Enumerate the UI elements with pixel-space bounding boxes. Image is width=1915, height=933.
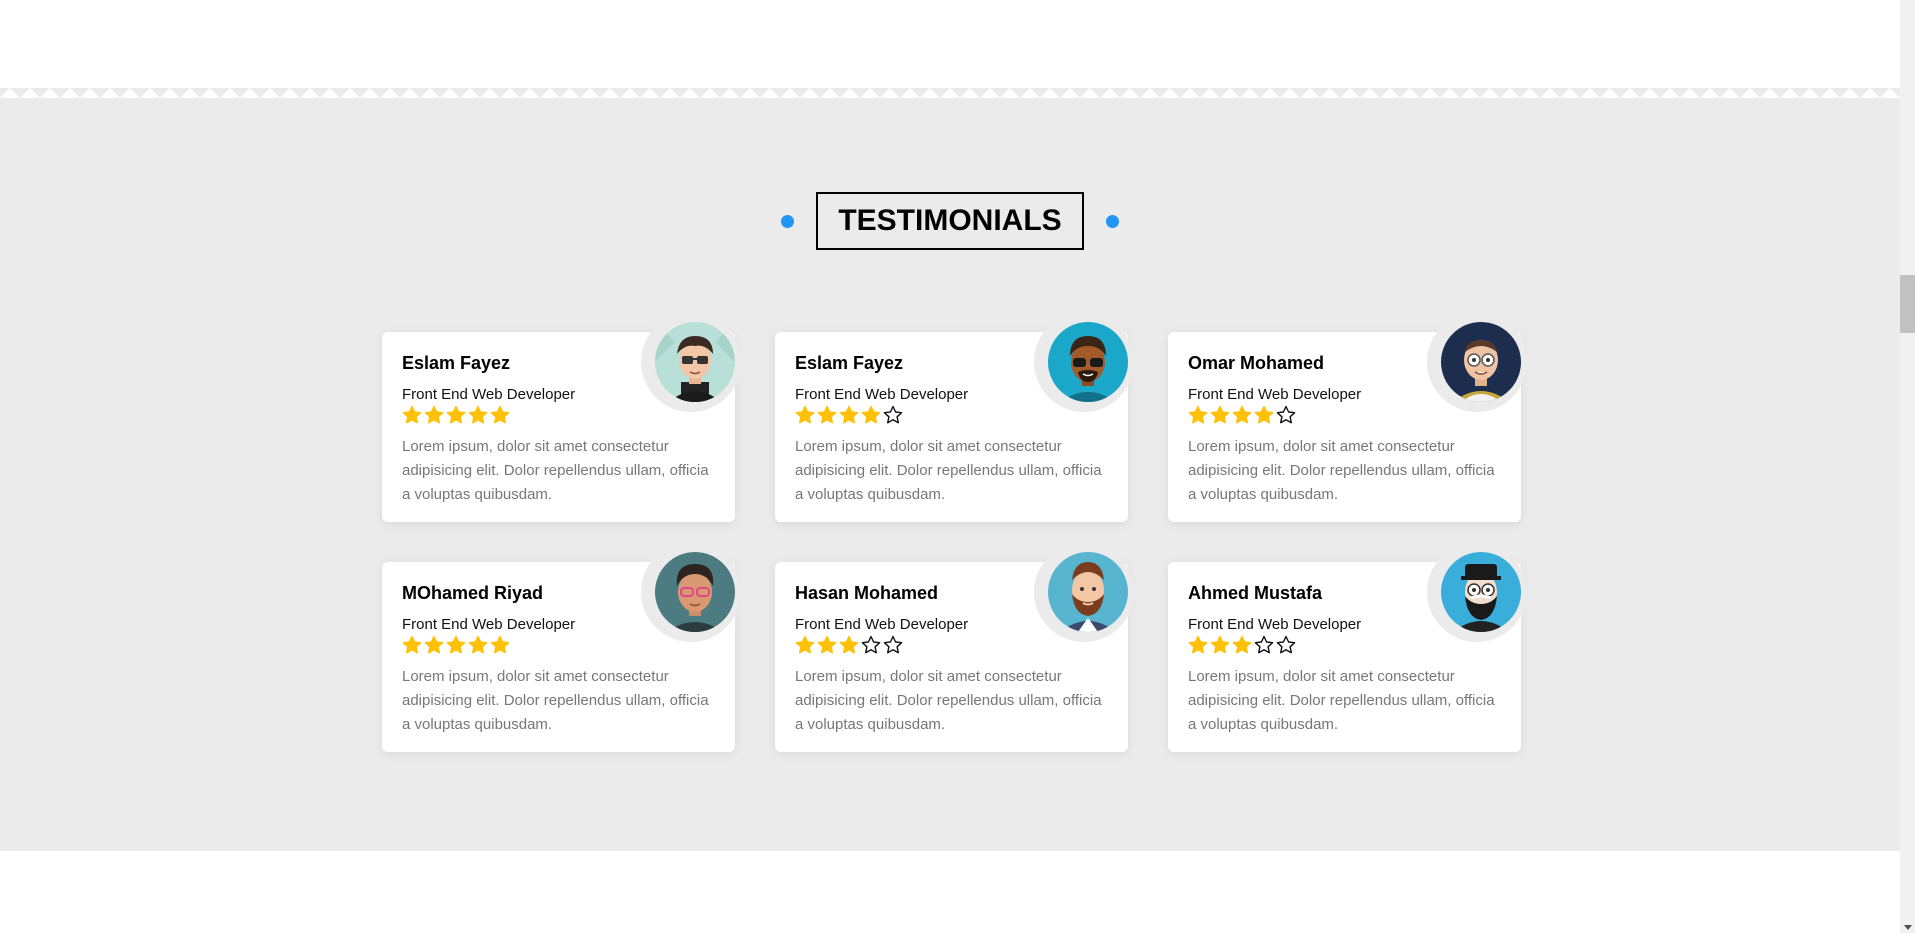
zigzag-divider bbox=[0, 88, 1900, 108]
star-filled-icon bbox=[1210, 635, 1230, 655]
page: TESTIMONIALS Eslam Fayez Front End Web D… bbox=[0, 0, 1915, 933]
star-filled-icon bbox=[861, 405, 881, 425]
star-filled-icon bbox=[424, 405, 444, 425]
testimonial-card: Hasan Mohamed Front End Web Developer Lo… bbox=[775, 542, 1134, 752]
star-filled-icon bbox=[1210, 405, 1230, 425]
rating-stars bbox=[1188, 405, 1501, 425]
scroll-down-arrow-icon[interactable] bbox=[1904, 925, 1912, 930]
left-dot bbox=[781, 214, 795, 228]
avatar-glasses-icon bbox=[655, 322, 735, 402]
star-empty-icon bbox=[1276, 405, 1296, 425]
avatar-bald-glasses-icon bbox=[1441, 322, 1521, 402]
right-dot bbox=[1105, 214, 1119, 228]
star-filled-icon bbox=[402, 405, 422, 425]
avatar-beard-icon bbox=[1048, 552, 1128, 632]
testimonial-card: MOhamed Riyad Front End Web Developer Lo… bbox=[382, 542, 741, 752]
testimonial-text: Lorem ipsum, dolor sit amet consectetur … bbox=[1188, 668, 1495, 733]
star-filled-icon bbox=[1188, 635, 1208, 655]
testimonial-text: Lorem ipsum, dolor sit amet consectetur … bbox=[795, 438, 1102, 503]
section-heading-wrap: TESTIMONIALS bbox=[0, 192, 1900, 250]
testimonial-card: Omar Mohamed Front End Web Developer Lor… bbox=[1168, 312, 1527, 522]
rating-stars bbox=[1188, 635, 1501, 655]
testimonials-grid: Eslam Fayez Front End Web Developer Lore… bbox=[382, 312, 1527, 752]
testimonial-card: Ahmed Mustafa Front End Web Developer Lo… bbox=[1168, 542, 1527, 752]
star-filled-icon bbox=[468, 405, 488, 425]
testimonial-text: Lorem ipsum, dolor sit amet consectetur … bbox=[795, 668, 1102, 733]
vertical-scrollbar[interactable] bbox=[1900, 0, 1915, 933]
testimonial-text: Lorem ipsum, dolor sit amet consectetur … bbox=[402, 438, 709, 503]
star-filled-icon bbox=[1232, 405, 1252, 425]
star-filled-icon bbox=[1254, 405, 1274, 425]
star-empty-icon bbox=[1276, 635, 1296, 655]
star-empty-icon bbox=[1254, 635, 1274, 655]
testimonial-text: Lorem ipsum, dolor sit amet consectetur … bbox=[402, 668, 709, 733]
star-empty-icon bbox=[883, 635, 903, 655]
star-filled-icon bbox=[402, 635, 422, 655]
testimonial-card: Eslam Fayez Front End Web Developer Lore… bbox=[382, 312, 741, 522]
rating-stars bbox=[402, 635, 715, 655]
star-filled-icon bbox=[795, 635, 815, 655]
star-filled-icon bbox=[1188, 405, 1208, 425]
star-empty-icon bbox=[883, 405, 903, 425]
avatar-pink-glasses-icon bbox=[655, 552, 735, 632]
section-heading: TESTIMONIALS bbox=[816, 192, 1084, 250]
star-filled-icon bbox=[424, 635, 444, 655]
star-filled-icon bbox=[817, 635, 837, 655]
star-filled-icon bbox=[446, 405, 466, 425]
star-filled-icon bbox=[817, 405, 837, 425]
star-filled-icon bbox=[839, 635, 859, 655]
star-filled-icon bbox=[490, 635, 510, 655]
avatar-hat-beard-icon bbox=[1441, 552, 1521, 632]
scrollbar-thumb[interactable] bbox=[1900, 275, 1915, 333]
star-filled-icon bbox=[468, 635, 488, 655]
testimonial-text: Lorem ipsum, dolor sit amet consectetur … bbox=[1188, 438, 1495, 503]
star-filled-icon bbox=[795, 405, 815, 425]
star-empty-icon bbox=[861, 635, 881, 655]
rating-stars bbox=[795, 405, 1108, 425]
rating-stars bbox=[795, 635, 1108, 655]
star-filled-icon bbox=[490, 405, 510, 425]
avatar-sunglasses-icon bbox=[1048, 322, 1128, 402]
rating-stars bbox=[402, 405, 715, 425]
testimonial-card: Eslam Fayez Front End Web Developer Lore… bbox=[775, 312, 1134, 522]
star-filled-icon bbox=[839, 405, 859, 425]
star-filled-icon bbox=[1232, 635, 1252, 655]
star-filled-icon bbox=[446, 635, 466, 655]
